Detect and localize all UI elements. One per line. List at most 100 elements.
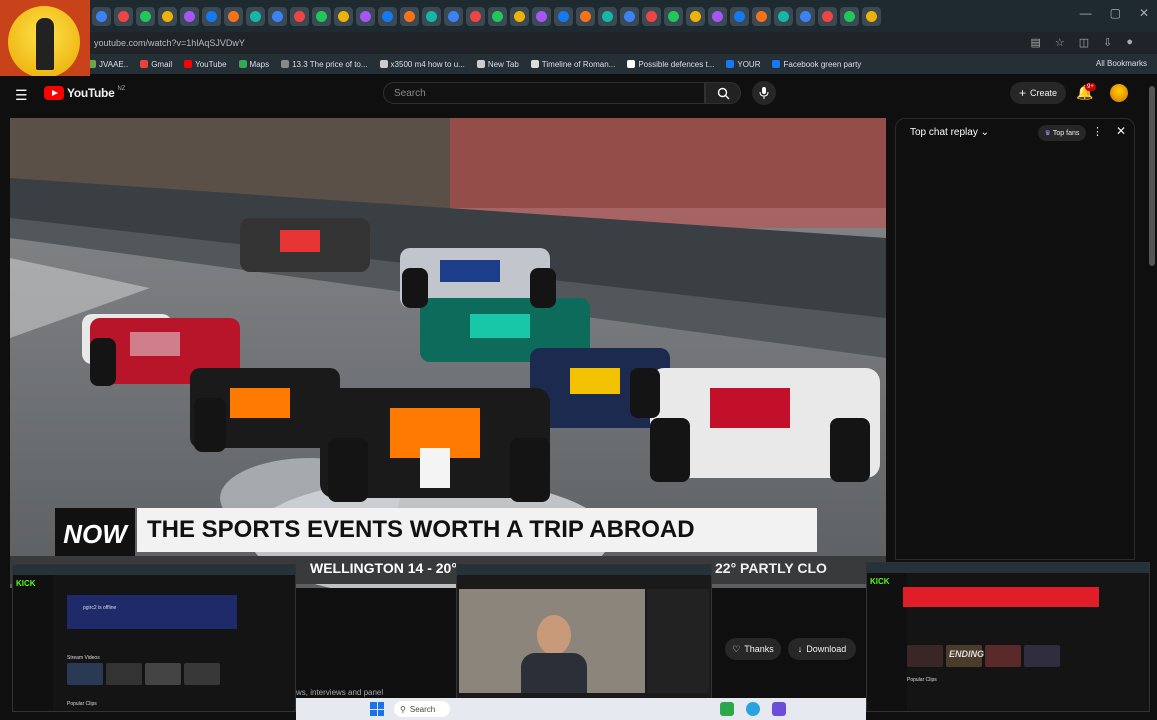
top-fans-label: Top fans <box>1052 129 1080 137</box>
browser-tab[interactable] <box>158 6 177 26</box>
all-bookmarks-link[interactable]: All Bookmarks <box>1096 59 1147 68</box>
browser-tab[interactable] <box>356 6 375 26</box>
windows-start-icon[interactable] <box>370 702 384 716</box>
browser-tab[interactable] <box>642 6 661 26</box>
bookmark-item[interactable]: JVAAE.. <box>88 60 128 69</box>
taskbar-search[interactable]: ⚲ Search <box>394 701 450 717</box>
browser-tab[interactable] <box>92 6 111 26</box>
bookmark-star-icon[interactable]: ☆ <box>1055 36 1065 49</box>
bookmark-item[interactable]: New Tab <box>476 60 519 69</box>
pip-window-kick-right[interactable]: KICK ENDING Popular Clips <box>866 562 1150 712</box>
tab-favicon-icon <box>140 10 151 22</box>
bookmark-favicon-icon <box>726 60 735 68</box>
browser-tab[interactable] <box>862 6 881 26</box>
bookmark-item[interactable]: Timeline of Roman... <box>530 60 615 69</box>
extensions-icon[interactable]: ◫ <box>1079 36 1089 49</box>
browser-tab[interactable] <box>334 6 353 26</box>
browser-tab[interactable] <box>510 6 529 26</box>
browser-tab[interactable] <box>136 6 155 26</box>
bookmark-item[interactable]: x3500 m4 how to u... <box>379 60 465 69</box>
top-fans-button[interactable]: ♛ Top fans <box>1038 125 1086 141</box>
voice-search-button[interactable] <box>752 81 776 105</box>
url-field[interactable]: youtube.com/watch?v=1hlAqSJVDwY <box>94 38 245 48</box>
bookmark-list: JVAAE.. Gmail YouTube Maps 13.3 The price of… <box>88 60 873 69</box>
browser-tab[interactable] <box>202 6 221 26</box>
browser-tab[interactable] <box>422 6 441 26</box>
bookmark-item[interactable]: YouTube <box>184 60 227 69</box>
cast-icon[interactable]: ▤ <box>1030 36 1040 49</box>
browser-tab[interactable] <box>620 6 639 26</box>
chat-mode-dropdown[interactable]: Top chat replay ⌄ <box>910 127 989 138</box>
kick-logo: KICK <box>870 577 890 586</box>
bookmark-item[interactable]: Facebook green party <box>772 60 861 69</box>
browser-tab[interactable] <box>532 6 551 26</box>
tab-favicon-icon <box>844 10 855 22</box>
page-scrollbar[interactable] <box>1149 86 1155 266</box>
bookmark-item[interactable]: Possible defences t... <box>627 60 714 69</box>
ticker-weather: 22° PARTLY CLO <box>715 560 827 576</box>
browser-tab[interactable] <box>752 6 771 26</box>
browser-tab[interactable] <box>686 6 705 26</box>
close-icon[interactable]: ✕ <box>1116 124 1126 138</box>
close-window-icon[interactable]: ✕ <box>1139 6 1149 20</box>
person-face <box>537 615 571 655</box>
browser-tab[interactable] <box>268 6 287 26</box>
create-label: Create <box>1030 88 1058 98</box>
browser-tab[interactable] <box>730 6 749 26</box>
browser-tab[interactable] <box>444 6 463 26</box>
search-input[interactable]: Search <box>383 82 705 104</box>
minimize-icon[interactable]: — <box>1080 6 1092 20</box>
browser-tab[interactable] <box>224 6 243 26</box>
bookmark-favicon-icon <box>140 60 149 68</box>
download-button[interactable]: ↓ Download <box>788 638 856 660</box>
browser-tab[interactable] <box>290 6 309 26</box>
bookmark-item[interactable]: Gmail <box>140 60 172 69</box>
browser-tab[interactable] <box>114 6 133 26</box>
browser-tab[interactable] <box>840 6 859 26</box>
browser-tab[interactable] <box>796 6 815 26</box>
maximize-icon[interactable]: ▢ <box>1110 6 1121 20</box>
browser-tab[interactable] <box>466 6 485 26</box>
browser-tab[interactable] <box>708 6 727 26</box>
pip-window-video-call[interactable] <box>456 564 712 712</box>
taskbar-app-icon[interactable] <box>720 702 734 716</box>
browser-tab[interactable] <box>180 6 199 26</box>
window-controls: — ▢ ✕ <box>1080 6 1149 20</box>
browser-tab[interactable] <box>774 6 793 26</box>
pip-window-kick-left[interactable]: KICK pgirc2 is offline Stream Videos Pop… <box>12 564 296 712</box>
tab-favicon-icon <box>646 10 657 22</box>
telegram-icon[interactable] <box>746 702 760 716</box>
account-avatar[interactable] <box>1110 84 1128 102</box>
pip-title-bar <box>867 563 1149 573</box>
bookmark-item[interactable]: 13.3 The price of to... <box>281 60 368 69</box>
browser-tab[interactable] <box>400 6 419 26</box>
create-button[interactable]: + Create <box>1010 82 1066 104</box>
search-button[interactable] <box>705 82 741 104</box>
browser-tab[interactable] <box>312 6 331 26</box>
browser-tab[interactable] <box>378 6 397 26</box>
bookmark-item[interactable]: YOUR <box>726 60 760 69</box>
hamburger-menu-icon[interactable]: ☰ <box>15 87 28 104</box>
more-options-icon[interactable]: ⋮ <box>1092 125 1103 138</box>
bookmark-item[interactable]: Maps <box>238 60 269 69</box>
browser-tab[interactable] <box>598 6 617 26</box>
thanks-button[interactable]: ♡ Thanks <box>725 638 781 660</box>
browser-tab[interactable] <box>818 6 837 26</box>
browser-tab[interactable] <box>576 6 595 26</box>
tab-favicon-icon <box>712 10 723 22</box>
profile-icon[interactable]: ● <box>1126 36 1133 49</box>
tab-favicon-icon <box>668 10 679 22</box>
bookmark-favicon-icon <box>530 60 539 68</box>
youtube-logo[interactable]: YouTube NZ <box>44 86 125 100</box>
browser-tab[interactable] <box>246 6 265 26</box>
bookmark-favicon-icon <box>379 60 388 68</box>
browser-tab[interactable] <box>664 6 683 26</box>
tab-favicon-icon <box>404 10 415 22</box>
downloads-icon[interactable]: ⇩ <box>1103 36 1112 49</box>
tab-favicon-icon <box>470 10 481 22</box>
taskbar-app-icon[interactable] <box>772 702 786 716</box>
tab-favicon-icon <box>448 10 459 22</box>
browser-tab[interactable] <box>554 6 573 26</box>
bookmark-favicon-icon <box>184 60 193 68</box>
browser-tab[interactable] <box>488 6 507 26</box>
